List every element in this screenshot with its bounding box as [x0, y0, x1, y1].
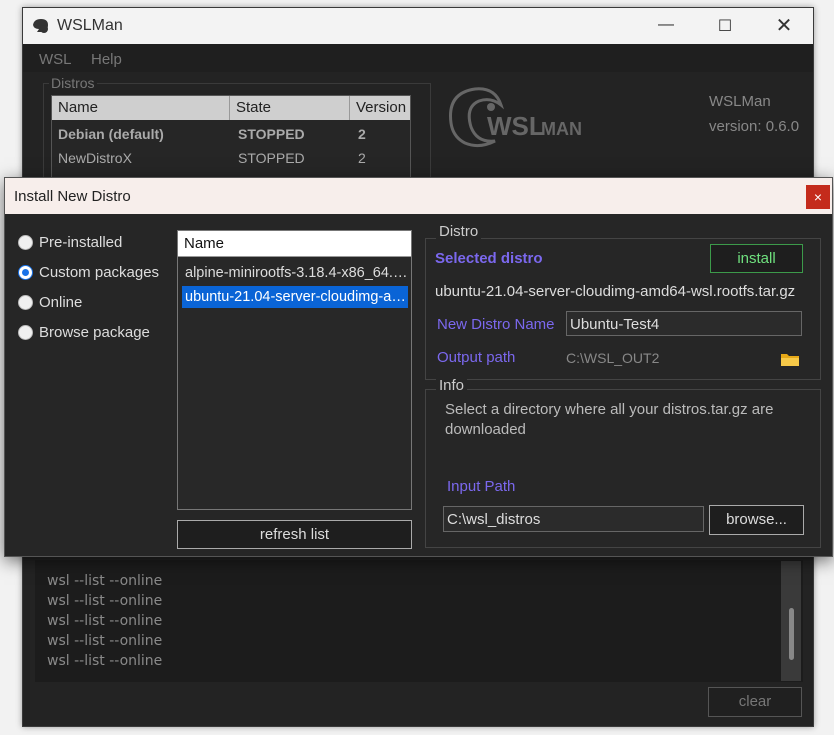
- install-distro-dialog: Install New Distro × Pre-installed Custo…: [4, 177, 833, 557]
- console-line: wsl --list --online: [47, 653, 163, 669]
- input-path-field[interactable]: C:\wsl_distros: [443, 506, 704, 532]
- radio-label[interactable]: Pre-installed: [39, 234, 122, 251]
- menu-wsl[interactable]: WSL: [39, 51, 72, 68]
- window-title: WSLMan: [57, 17, 123, 34]
- radio-custom-packages[interactable]: [18, 265, 33, 280]
- distro-name: NewDistroX: [58, 150, 132, 166]
- distros-group-label: Distros: [49, 75, 97, 91]
- app-logo-icon: [33, 19, 48, 33]
- app-name: WSLMan: [709, 93, 771, 110]
- console-line: wsl --list --online: [47, 593, 163, 609]
- dialog-title: Install New Distro: [14, 188, 131, 205]
- menu-help[interactable]: Help: [91, 51, 122, 68]
- package-list[interactable]: Name alpine-minirootfs-3.18.4-x86_64.tar…: [177, 230, 412, 510]
- selected-distro-value: ubuntu-21.04-server-cloudimg-amd64-wsl.r…: [435, 283, 796, 300]
- console-line: wsl --list --online: [47, 633, 163, 649]
- distro-version: 2: [358, 126, 366, 142]
- dialog-titlebar: Install New Distro ×: [5, 178, 832, 214]
- package-list-header[interactable]: Name: [178, 231, 411, 257]
- distro-state: STOPPED: [238, 126, 305, 142]
- input-path-label: Input Path: [447, 478, 516, 495]
- radio-label[interactable]: Online: [39, 294, 82, 311]
- output-path-value: C:\WSL_OUT2: [566, 350, 660, 366]
- output-path-label: Output path: [437, 349, 516, 366]
- main-titlebar: WSLMan — ☐ ✕: [23, 8, 813, 44]
- distro-state: STOPPED: [238, 150, 305, 166]
- info-group-label: Info: [436, 377, 468, 394]
- new-distro-name-input[interactable]: Ubuntu-Test4: [566, 311, 802, 336]
- radio-pre-installed[interactable]: [18, 235, 33, 250]
- svg-text:MAN: MAN: [541, 119, 582, 139]
- radio-online[interactable]: [18, 295, 33, 310]
- radio-browse-package[interactable]: [18, 325, 33, 340]
- folder-icon[interactable]: [780, 351, 800, 367]
- dialog-close-icon[interactable]: ×: [806, 185, 830, 209]
- new-distro-name-label: New Distro Name: [437, 316, 555, 333]
- install-button[interactable]: install: [710, 244, 803, 273]
- console-scrollbar-thumb[interactable]: [789, 608, 794, 660]
- svg-text:WSL: WSL: [487, 111, 545, 141]
- column-header-name[interactable]: Name: [52, 96, 230, 120]
- maximize-icon[interactable]: ☐: [710, 16, 740, 36]
- radio-label[interactable]: Browse package: [39, 324, 150, 341]
- close-window-icon[interactable]: ✕: [769, 13, 799, 38]
- column-header-version[interactable]: Version: [350, 96, 410, 120]
- list-item[interactable]: alpine-minirootfs-3.18.4-x86_64.tar.gz: [182, 262, 408, 284]
- distros-table[interactable]: Name State Version Debian (default) STOP…: [51, 95, 411, 187]
- console-line: wsl --list --online: [47, 613, 163, 629]
- radio-label[interactable]: Custom packages: [39, 264, 159, 281]
- distro-name: Debian (default): [58, 126, 164, 142]
- column-header-state[interactable]: State: [230, 96, 350, 120]
- console-line: wsl --list --online: [47, 573, 163, 589]
- distro-version: 2: [358, 150, 366, 166]
- selected-distro-label: Selected distro: [435, 250, 543, 267]
- distro-group-label: Distro: [436, 223, 482, 240]
- wslman-logo: WSL MAN: [449, 87, 582, 148]
- info-text: Select a directory where all your distro…: [445, 401, 774, 438]
- browse-button[interactable]: browse...: [709, 505, 804, 535]
- menu-bar: WSL Help: [23, 44, 813, 72]
- list-item-selected[interactable]: ubuntu-21.04-server-cloudimg-amd64-wsl.r…: [182, 286, 408, 308]
- app-version: version: 0.6.0: [709, 118, 800, 135]
- console-output[interactable]: wsl --list --online wsl --list --online …: [35, 560, 803, 682]
- minimize-icon[interactable]: —: [651, 16, 681, 34]
- clear-button[interactable]: clear: [708, 687, 802, 717]
- refresh-list-button[interactable]: refresh list: [177, 520, 412, 549]
